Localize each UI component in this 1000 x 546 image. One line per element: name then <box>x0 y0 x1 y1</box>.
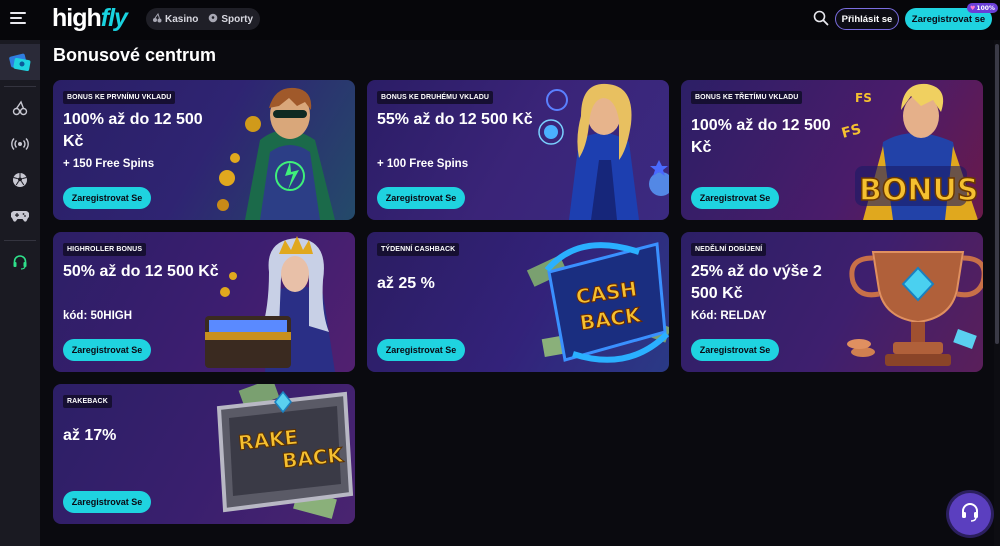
card-headline: 25% až do výše 2 500 Kč <box>691 263 822 302</box>
cashback-emblem-illustration: CASH BACK <box>519 232 669 372</box>
card-headline: 55% až do 12 500 Kč <box>377 111 533 128</box>
card-headline: až 25 % <box>377 275 435 292</box>
bonus-card-highroller[interactable]: HIGHROLLER BONUS 50% až do 12 500 Kč kód… <box>53 232 355 372</box>
bonus-card-rakeback[interactable]: RAKE BACK RAKEBACK až 17% Zaregistrovat … <box>53 384 355 524</box>
live-broadcast-icon <box>11 137 29 151</box>
sidebar-item-live[interactable] <box>0 126 40 162</box>
sidebar-divider <box>4 240 36 241</box>
menu-icon[interactable] <box>10 12 26 26</box>
card-tag: BONUS KE DRUHÉMU VKLADU <box>377 91 494 104</box>
sidebar-item-casino[interactable] <box>0 90 40 126</box>
nav-sporty[interactable]: Sporty <box>208 13 253 26</box>
card-tag: BONUS KE TŘETÍMU VKLADU <box>691 91 803 104</box>
cherries-icon <box>152 12 162 26</box>
register-button[interactable]: Zaregistrovat Se <box>63 339 151 361</box>
scrollbar-thumb[interactable] <box>995 44 999 344</box>
trophy-illustration <box>833 232 983 372</box>
bonus-card-first-deposit[interactable]: BONUS KE PRVNÍMU VKLADU 100% až do 12 50… <box>53 80 355 220</box>
card-subtext: kód: 50HIGH <box>63 310 133 322</box>
superhero-woman-illustration <box>519 80 669 220</box>
bonus-card-third-deposit[interactable]: FS FS BONUS BONUS KE TŘETÍMU VKLADU 100%… <box>681 80 983 220</box>
nav-kasino[interactable]: Kasino <box>152 12 199 26</box>
login-button[interactable]: Přihlásit se <box>835 8 899 30</box>
queen-treasure-illustration <box>205 232 355 372</box>
card-tag: BONUS KE PRVNÍMU VKLADU <box>63 91 176 104</box>
fs-art-text: FS <box>855 91 872 105</box>
rakeback-emblem-illustration: RAKE BACK <box>205 384 355 524</box>
register-button[interactable]: Zaregistrovat Se <box>63 187 151 209</box>
bonus-card-second-deposit[interactable]: BONUS KE DRUHÉMU VKLADU 55% až do 12 500… <box>367 80 669 220</box>
register-button[interactable]: Zaregistrovat Se <box>63 491 151 513</box>
register-button[interactable]: Zaregistrovat Se <box>377 339 465 361</box>
top-header: highfly Kasino Sporty Přihlásit se Zareg… <box>0 0 1000 40</box>
support-chat-button[interactable] <box>949 493 991 535</box>
headset-icon <box>960 502 980 526</box>
card-headline: 100% až do 12 500 Kč <box>691 117 831 156</box>
sidebar-item-esports[interactable] <box>0 198 40 234</box>
sidebar-item-promotions[interactable] <box>0 44 40 80</box>
register-button[interactable]: Zaregistrovat Se <box>691 187 779 209</box>
bonus-card-weekly-cashback[interactable]: CASH BACK TÝDENNÍ CASHBACK až 25 % Zareg… <box>367 232 669 372</box>
card-subtext: + 100 Free Spins <box>377 158 469 170</box>
soccer-ball-icon <box>12 172 28 188</box>
card-headline: 50% až do 12 500 Kč <box>63 263 219 280</box>
card-tag: NEDĚLNÍ DOBÍJENÍ <box>691 243 767 256</box>
card-tag: RAKEBACK <box>63 395 112 408</box>
main-nav: Kasino Sporty <box>146 8 260 30</box>
card-headline: až 17% <box>63 427 117 444</box>
card-subtext: Kód: RELDAY <box>691 310 767 322</box>
bonus-art-text: BONUS <box>859 173 978 208</box>
card-tag: TÝDENNÍ CASHBACK <box>377 243 460 256</box>
card-subtext: + 150 Free Spins <box>63 158 155 170</box>
card-tag: HIGHROLLER BONUS <box>63 243 147 256</box>
cherries-icon <box>12 100 28 116</box>
superhero-man-illustration <box>205 80 355 220</box>
nav-sporty-label: Sporty <box>221 13 254 25</box>
bonus-badge-label: 100% <box>976 4 995 12</box>
heart-icon: ♥ <box>970 4 976 12</box>
bonus-hero-illustration: FS FS BONUS <box>833 80 983 220</box>
gamepad-icon <box>11 210 29 222</box>
soccer-ball-icon <box>208 13 218 26</box>
bonus-card-sunday-reload[interactable]: NEDĚLNÍ DOBÍJENÍ 25% až do výše 2 500 Kč… <box>681 232 983 372</box>
nav-kasino-label: Kasino <box>165 13 199 25</box>
sidebar-divider <box>4 86 36 87</box>
headset-icon <box>12 254 28 270</box>
register-button[interactable]: Zaregistrovat Se <box>691 339 779 361</box>
highfly-logo[interactable]: highfly <box>52 4 128 33</box>
promo-tickets-icon <box>8 51 32 73</box>
bonus-badge: ♥ 100% <box>967 3 998 13</box>
search-icon[interactable] <box>813 10 829 26</box>
sidebar <box>0 40 40 546</box>
sidebar-item-sports[interactable] <box>0 162 40 198</box>
register-button[interactable]: Zaregistrovat Se <box>377 187 465 209</box>
sidebar-item-support[interactable] <box>0 244 40 280</box>
card-headline: 100% až do 12 500 Kč <box>63 111 203 150</box>
page-title: Bonusové centrum <box>53 45 217 65</box>
